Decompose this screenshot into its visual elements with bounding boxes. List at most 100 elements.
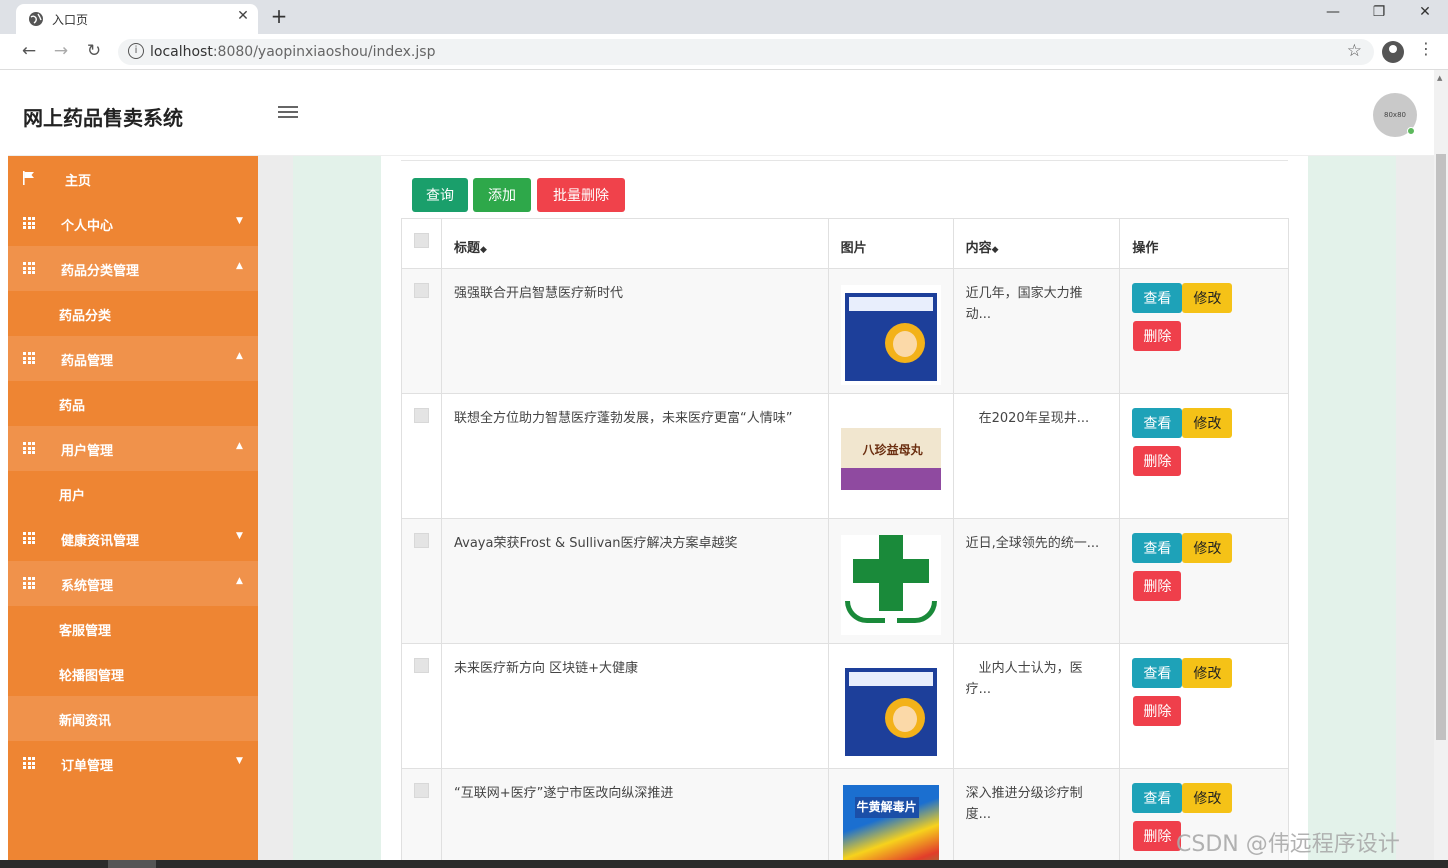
- box-label: 八珍益母丸: [862, 443, 923, 457]
- page-scrollbar[interactable]: ▲: [1434, 70, 1448, 860]
- row-checkbox[interactable]: [414, 408, 429, 423]
- delete-button[interactable]: 删除: [1133, 571, 1182, 601]
- sidebar-item-label: 健康资讯管理: [61, 534, 140, 549]
- chevron-down-icon: ▼: [236, 216, 243, 226]
- os-taskbar: [0, 860, 1448, 868]
- view-button[interactable]: 查看: [1132, 533, 1183, 563]
- row-actions: 查看 修改 删除: [1119, 518, 1289, 644]
- sidebar-item-label: 轮播图管理: [59, 669, 125, 684]
- sidebar-item-label: 用户: [59, 489, 86, 504]
- row-image-cell: [827, 518, 954, 644]
- row-checkbox[interactable]: [414, 658, 429, 673]
- sidebar-item-drug-category-mgmt[interactable]: 药品分类管理 ▲: [8, 246, 258, 291]
- row-image-cell: 牛黄解毒片: [827, 768, 954, 868]
- view-button[interactable]: 查看: [1132, 783, 1183, 813]
- info-icon[interactable]: i: [128, 43, 144, 59]
- row-checkbox[interactable]: [414, 783, 429, 798]
- grid-icon: [23, 262, 35, 274]
- column-header-title[interactable]: 标题◆: [441, 218, 829, 269]
- sidebar-item-home[interactable]: 主页: [8, 156, 258, 201]
- sidebar-item-label: 新闻资讯: [59, 714, 112, 729]
- row-content: 在2020年呈现井...: [952, 393, 1121, 519]
- tab-title: 入口页: [52, 13, 89, 27]
- row-actions: 查看 修改 删除: [1119, 643, 1289, 769]
- sidebar-item-drug[interactable]: 药品: [8, 381, 258, 426]
- sidebar-item-user[interactable]: 用户: [8, 471, 258, 516]
- row-content: 业内人士认为，医疗...: [952, 643, 1121, 769]
- add-button[interactable]: 添加: [473, 178, 531, 212]
- sidebar: 主页 个人中心 ▼ 药品分类管理 ▲ 药品分类 药品管理 ▲ 药品 用户管理 ▲…: [8, 156, 258, 868]
- forward-icon[interactable]: →: [50, 40, 72, 62]
- profile-icon[interactable]: [1382, 41, 1404, 63]
- sidebar-item-drug-mgmt[interactable]: 药品管理 ▲: [8, 336, 258, 381]
- view-button[interactable]: 查看: [1132, 658, 1183, 688]
- back-icon[interactable]: ←: [18, 40, 40, 62]
- delete-button[interactable]: 删除: [1133, 446, 1182, 476]
- sidebar-item-carousel[interactable]: 轮播图管理: [8, 651, 258, 696]
- row-select-cell: [401, 768, 442, 868]
- url-bar[interactable]: i localhost:8080/yaopinxiaoshou/index.js…: [118, 39, 1374, 65]
- window-close-icon[interactable]: ✕: [1410, 4, 1440, 20]
- row-checkbox[interactable]: [414, 533, 429, 548]
- minimize-icon[interactable]: —: [1318, 4, 1348, 20]
- scroll-up-icon[interactable]: ▲: [1437, 74, 1442, 82]
- app-header: 网上药品售卖系统 80x80: [8, 70, 1434, 156]
- table-row: 未来医疗新方向 区块链+大健康 业内人士认为，医疗... 查看 修改 删除: [401, 643, 1289, 769]
- edit-button[interactable]: 修改: [1182, 658, 1233, 688]
- batch-delete-button[interactable]: 批量删除: [537, 178, 625, 212]
- sidebar-item-personal-center[interactable]: 个人中心 ▼: [8, 201, 258, 246]
- edit-button[interactable]: 修改: [1182, 283, 1233, 313]
- kebab-icon[interactable]: ⋮: [1418, 39, 1434, 58]
- reload-icon[interactable]: ↻: [83, 40, 105, 62]
- sidebar-item-label: 主页: [65, 174, 92, 189]
- delete-button[interactable]: 删除: [1133, 696, 1182, 726]
- delete-button[interactable]: 删除: [1133, 321, 1182, 351]
- tab-close-icon[interactable]: ✕: [234, 8, 252, 24]
- chevron-up-icon: ▲: [236, 576, 243, 586]
- scrollbar-thumb[interactable]: [1436, 154, 1446, 740]
- sidebar-item-label: 系统管理: [61, 579, 114, 594]
- edit-button[interactable]: 修改: [1182, 408, 1233, 438]
- table-row: Avaya荣获Frost & Sullivan医疗解决方案卓越奖 近日,全球领先…: [401, 518, 1289, 644]
- sidebar-item-news[interactable]: 新闻资讯: [8, 696, 258, 741]
- avatar-placeholder-text: 80x80: [1384, 111, 1406, 119]
- view-button[interactable]: 查看: [1132, 408, 1183, 438]
- column-header-actions: 操作: [1119, 218, 1289, 269]
- url-text: localhost:8080/yaopinxiaoshou/index.jsp: [150, 44, 436, 60]
- star-icon[interactable]: ☆: [1347, 41, 1362, 61]
- column-header-content[interactable]: 内容◆: [952, 218, 1121, 269]
- watermark: CSDN @伟远程序设计: [1176, 832, 1400, 857]
- chevron-up-icon: ▲: [236, 351, 243, 361]
- edit-button[interactable]: 修改: [1182, 783, 1233, 813]
- row-content: 近日,全球领先的统一...: [952, 518, 1121, 644]
- select-all-cell: [401, 218, 442, 269]
- avatar[interactable]: 80x80: [1373, 93, 1417, 137]
- sidebar-item-user-mgmt[interactable]: 用户管理 ▲: [8, 426, 258, 471]
- hamburger-icon[interactable]: [278, 104, 298, 120]
- row-select-cell: [401, 643, 442, 769]
- new-tab-icon[interactable]: +: [268, 4, 290, 28]
- view-button[interactable]: 查看: [1132, 283, 1183, 313]
- select-all-checkbox[interactable]: [414, 233, 429, 248]
- sidebar-item-label: 药品分类: [59, 309, 112, 324]
- sidebar-item-label: 药品: [59, 399, 86, 414]
- sidebar-item-health-news-mgmt[interactable]: 健康资讯管理 ▼: [8, 516, 258, 561]
- sort-icon: ◆: [480, 245, 487, 255]
- table-row: 联想全方位助力智慧医疗蓬勃发展，未来医疗更富“人情味” 八珍益母丸 在2020年…: [401, 393, 1289, 519]
- taskbar-app[interactable]: [108, 860, 156, 868]
- row-checkbox[interactable]: [414, 283, 429, 298]
- sidebar-item-label: 药品分类管理: [61, 264, 140, 279]
- sidebar-item-system-mgmt[interactable]: 系统管理 ▲: [8, 561, 258, 606]
- sidebar-item-order-mgmt[interactable]: 订单管理 ▼: [8, 741, 258, 786]
- delete-button[interactable]: 删除: [1133, 821, 1182, 851]
- sidebar-item-drug-category[interactable]: 药品分类: [8, 291, 258, 336]
- query-button[interactable]: 查询: [412, 178, 468, 212]
- sidebar-item-label: 客服管理: [59, 624, 112, 639]
- row-content: 深入推进分级诊疗制度...: [952, 768, 1121, 868]
- restore-icon[interactable]: ❐: [1364, 4, 1394, 20]
- edit-button[interactable]: 修改: [1182, 533, 1233, 563]
- sidebar-item-customer-service[interactable]: 客服管理: [8, 606, 258, 651]
- browser-tab[interactable]: 入口页 ✕: [16, 4, 258, 34]
- row-select-cell: [401, 518, 442, 644]
- grid-icon: [23, 757, 35, 769]
